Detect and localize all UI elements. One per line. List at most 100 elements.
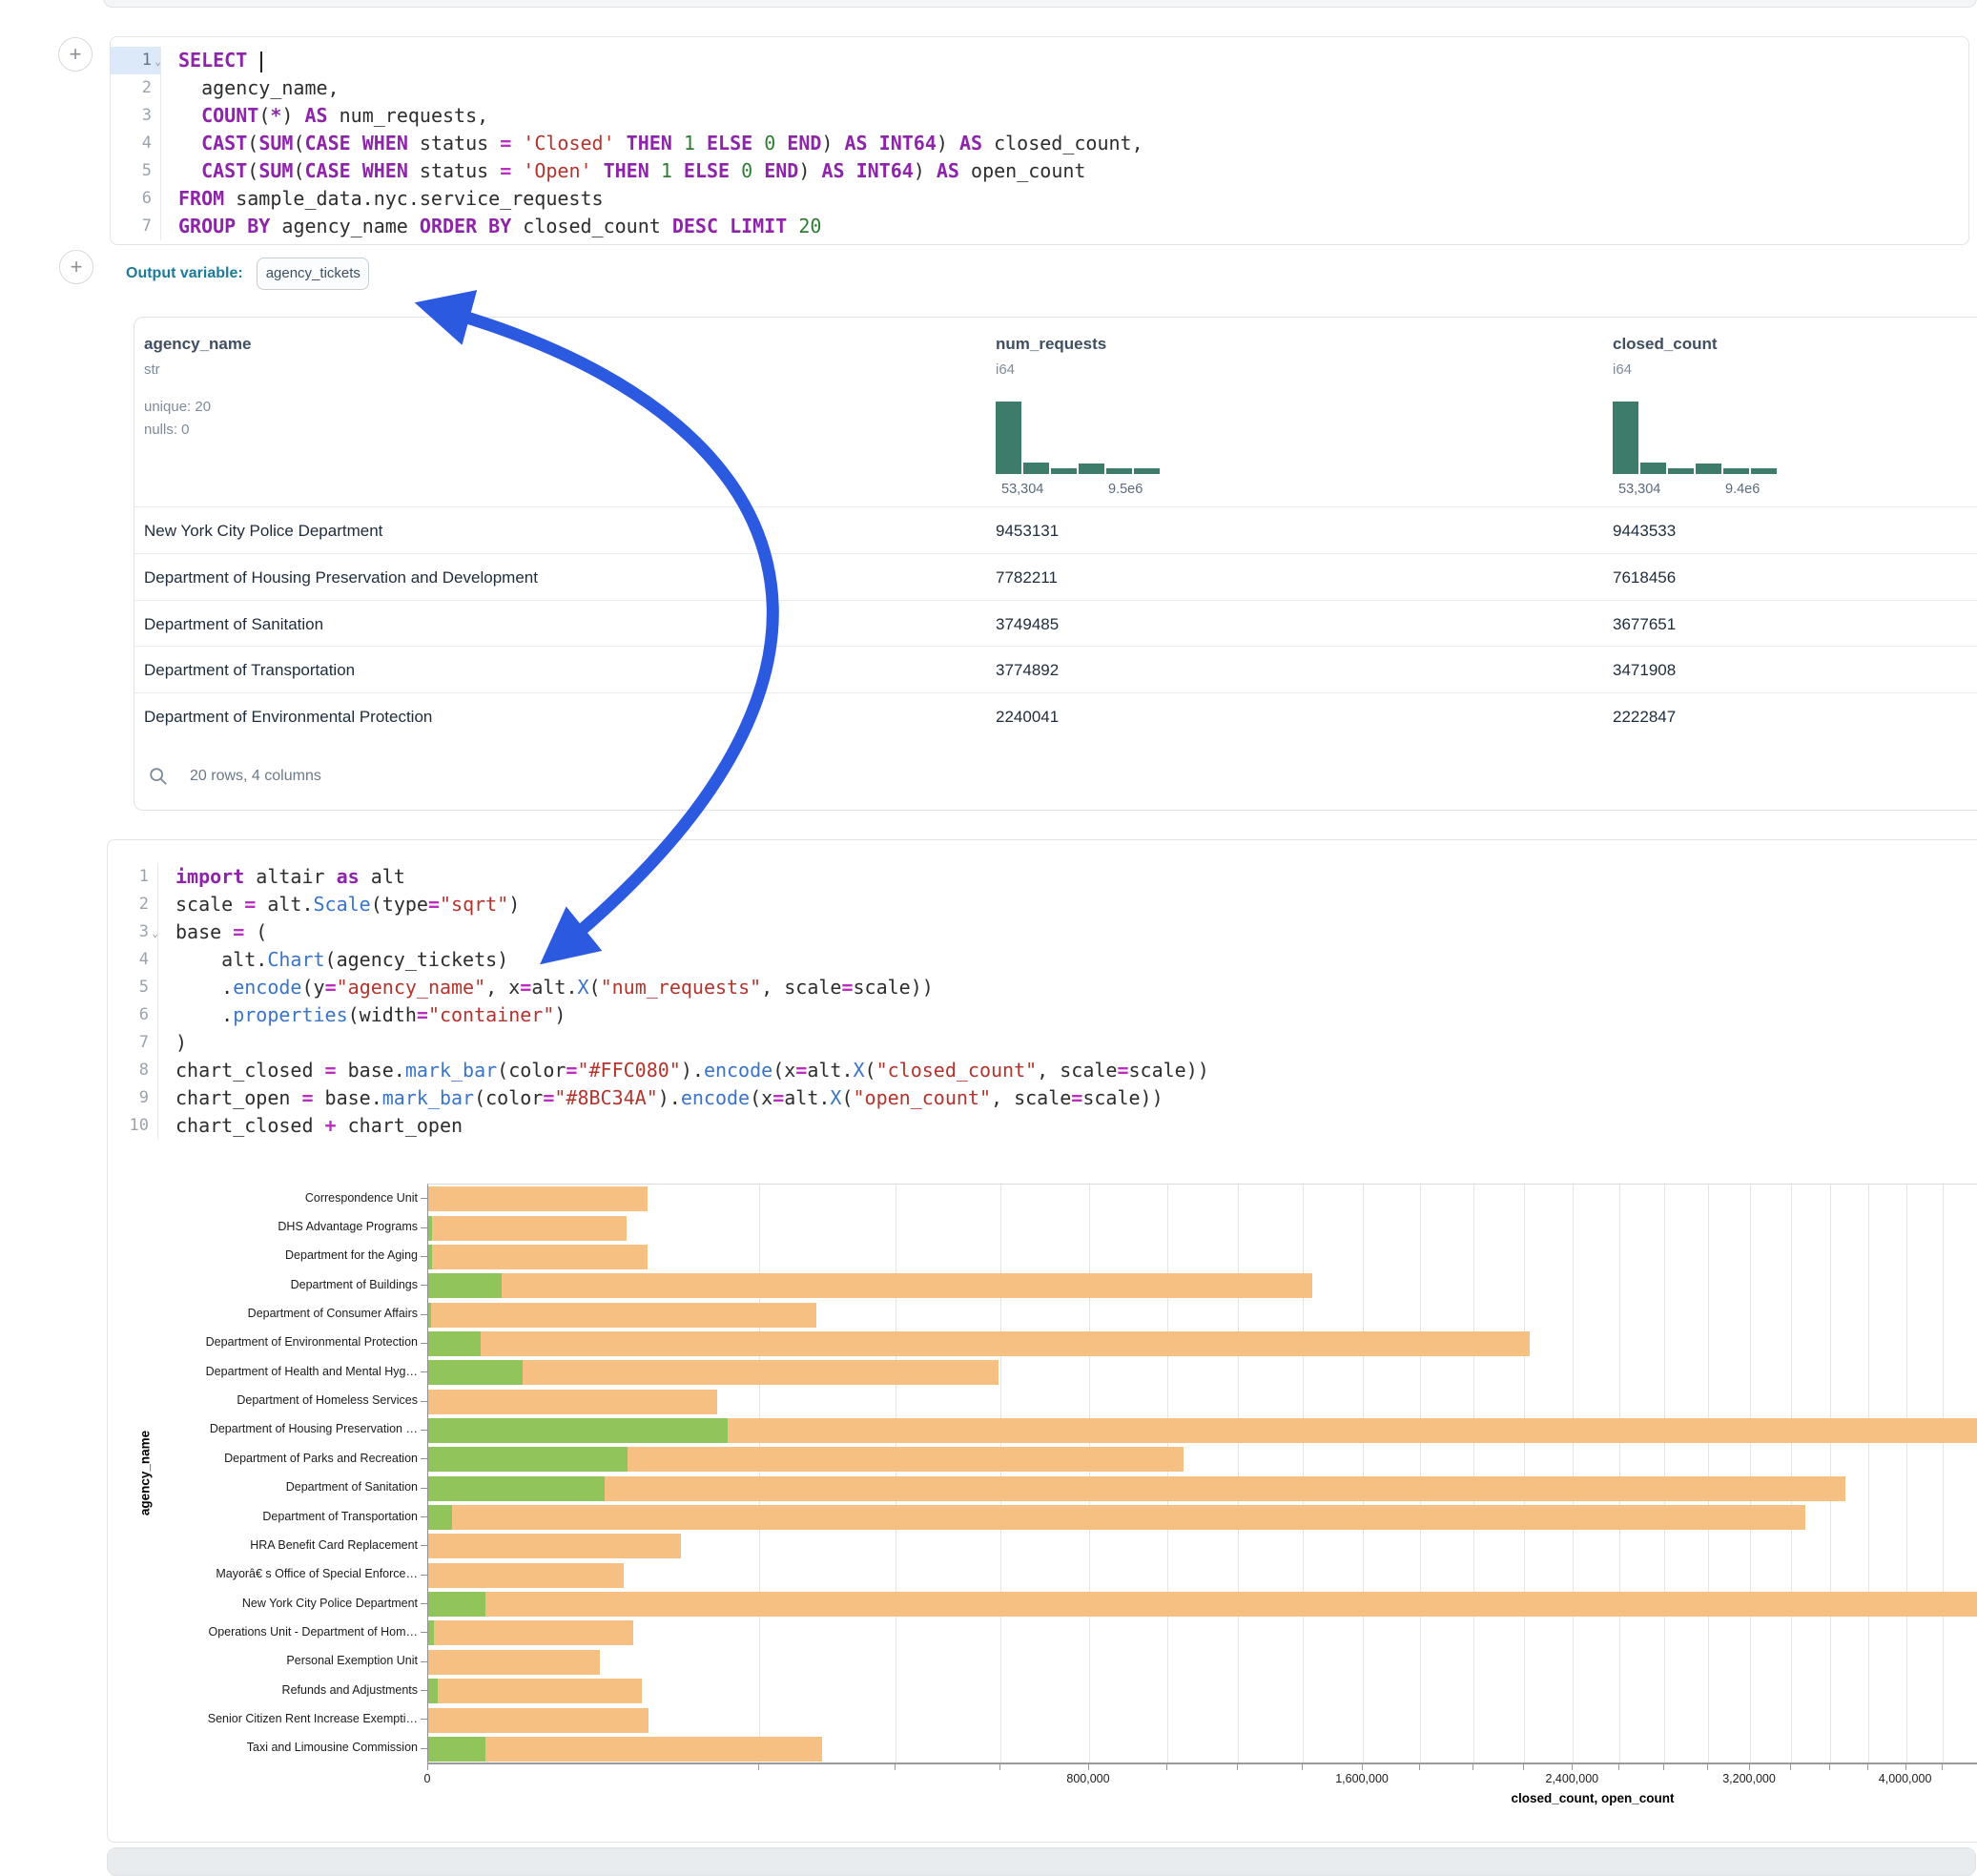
sql-line-1[interactable]: 1⌄SELECT [111,47,1968,74]
code-text[interactable]: alt.Chart(agency_tickets) [158,946,508,974]
python-line-4[interactable]: 4 alt.Chart(agency_tickets) [108,946,1977,974]
sql-line-7[interactable]: 7GROUP BY agency_name ORDER BY closed_co… [111,213,1968,240]
sql-code-editor[interactable]: 1⌄SELECT 2 agency_name,3 COUNT(*) AS num… [111,47,1968,240]
result-table: agency_namestrunique: 20nulls: 0num_requ… [134,317,1977,811]
python-line-3[interactable]: 3⌄base = ( [108,918,1977,946]
sql-line-4[interactable]: 4 CAST(SUM(CASE WHEN status = 'Closed' T… [111,130,1968,157]
code-text[interactable]: SELECT [161,47,262,74]
add-cell-button[interactable]: + [58,37,93,72]
table-footer: 20 rows, 4 columns [148,766,321,787]
bar-open_count [428,1331,481,1356]
gridline [1363,1185,1364,1763]
code-text[interactable]: base = ( [158,918,267,946]
line-number: 7 [111,213,161,240]
x-tick-mark [1790,1764,1791,1770]
code-text[interactable]: chart_closed = base.mark_bar(color="#FFC… [158,1057,1209,1084]
code-text[interactable]: import altair as alt [158,863,405,891]
table-cell: 2222847 [1613,693,1676,740]
table-cell: 3749485 [996,601,1059,648]
sql-line-2[interactable]: 2 agency_name, [111,74,1968,102]
y-tick-label: Department of Transportation [153,1510,418,1523]
sql-line-3[interactable]: 3 COUNT(*) AS num_requests, [111,102,1968,130]
python-line-9[interactable]: 9chart_open = base.mark_bar(color="#8BC3… [108,1084,1977,1112]
bar-open_count [428,1216,432,1241]
python-line-5[interactable]: 5 .encode(y="agency_name", x=alt.X("num_… [108,974,1977,1001]
line-number: 3 [111,102,161,130]
code-text[interactable]: chart_closed + chart_open [158,1112,463,1140]
add-cell-button[interactable]: + [59,250,93,284]
row-count-label: 20 rows, 4 columns [190,768,321,785]
line-number: 6 [108,1001,158,1029]
bar-closed_count [428,1679,642,1703]
column-type: str [144,361,160,378]
output-variable-input[interactable]: agency_tickets [257,258,369,290]
line-number: 5 [108,974,158,1001]
histogram-bar [1134,468,1160,474]
bar-closed_count [428,1620,633,1645]
bar-closed_count [428,1534,681,1558]
bar-open_count [428,1476,605,1501]
code-text[interactable]: COUNT(*) AS num_requests, [161,102,488,130]
notebook-page: { "ui": { "plus_label": "+", "output_lab… [0,0,1977,1854]
code-text[interactable]: FROM sample_data.nyc.service_requests [161,185,604,213]
y-tick-label: Mayorâ€ s Office of Special Enforce… [153,1567,418,1580]
gridline [1473,1185,1474,1763]
column-type: i64 [996,361,1015,378]
x-tick-mark [1867,1764,1868,1770]
column-type: i64 [1613,361,1632,378]
code-text[interactable]: chart_open = base.mark_bar(color="#8BC34… [158,1084,1164,1112]
line-number: 1 [108,863,158,891]
python-line-10[interactable]: 10chart_closed + chart_open [108,1112,1977,1140]
histogram-min-label: 53,304 [1618,482,1660,497]
line-number: 6 [111,185,161,213]
search-icon[interactable] [148,766,169,787]
line-number: 4 [111,130,161,157]
histogram-max-label: 9.5e6 [1108,482,1143,497]
code-text[interactable]: .encode(y="agency_name", x=alt.X("num_re… [158,974,934,1001]
python-line-2[interactable]: 2scale = alt.Scale(type="sqrt") [108,891,1977,918]
bar-open_count [428,1737,485,1762]
code-text[interactable]: CAST(SUM(CASE WHEN status = 'Closed' THE… [161,130,1143,157]
y-tick-mark [421,1343,427,1344]
bar-open_count [428,1418,728,1443]
histogram-bar [1723,468,1749,474]
code-text[interactable]: ) [158,1029,187,1057]
bar-closed_count [428,1708,649,1733]
python-line-6[interactable]: 6 .properties(width="container") [108,1001,1977,1029]
histogram-bar [996,402,1021,474]
previous-cell-edge [103,0,1977,8]
python-line-8[interactable]: 8chart_closed = base.mark_bar(color="#FF… [108,1057,1977,1084]
python-code-editor[interactable]: 1import altair as alt2scale = alt.Scale(… [108,863,1977,1140]
y-tick-label: Department of Health and Mental Hyg… [153,1365,418,1378]
x-tick-mark [1618,1764,1619,1770]
sql-line-6[interactable]: 6FROM sample_data.nyc.service_requests [111,185,1968,213]
python-line-1[interactable]: 1import altair as alt [108,863,1977,891]
y-tick-label: Refunds and Adjustments [153,1683,418,1697]
x-tick-mark [1707,1764,1708,1770]
x-tick-mark [1088,1764,1089,1770]
y-tick-mark [421,1690,427,1691]
code-text[interactable]: GROUP BY agency_name ORDER BY closed_cou… [161,213,821,240]
gridline [759,1185,760,1763]
code-text[interactable]: .properties(width="container") [158,1001,566,1029]
y-tick-label: HRA Benefit Card Replacement [153,1538,418,1552]
y-tick-mark [421,1748,427,1749]
sql-line-5[interactable]: 5 CAST(SUM(CASE WHEN status = 'Open' THE… [111,157,1968,185]
fold-chevron-icon[interactable]: ⌄ [152,919,158,947]
code-text[interactable]: scale = alt.Scale(type="sqrt") [158,891,520,918]
table-cell: 9453131 [996,507,1059,554]
bar-closed_count [428,1390,717,1414]
histogram-bar [1696,464,1721,474]
code-text[interactable]: agency_name, [161,74,340,102]
fold-chevron-icon[interactable]: ⌄ [154,48,161,75]
code-text[interactable]: CAST(SUM(CASE WHEN status = 'Open' THEN … [161,157,1085,185]
line-number: 2 [111,74,161,102]
bar-open_count [428,1505,452,1530]
x-tick-mark [1942,1764,1943,1770]
bar-closed_count [428,1303,816,1328]
x-tick-mark [1523,1764,1524,1770]
output-variable-row: Output variable: agency_tickets [126,257,369,291]
y-axis-title: agency_name [138,1378,153,1569]
python-line-7[interactable]: 7) [108,1029,1977,1057]
output-variable-label: Output variable: [126,265,243,282]
